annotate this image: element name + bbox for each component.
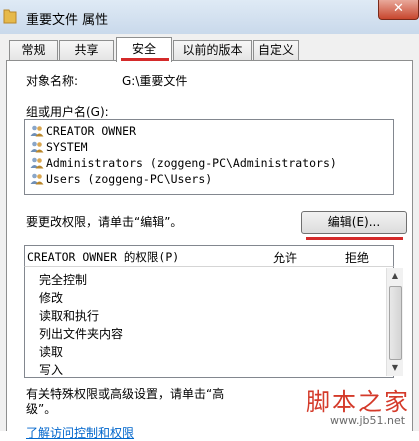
users-icon (30, 157, 44, 169)
object-name-value: G:\重要文件 (122, 74, 188, 88)
highlight-underline (121, 58, 169, 61)
users-icon (30, 141, 44, 153)
object-name-label: 对象名称: (26, 74, 79, 88)
users-icon (30, 173, 44, 185)
watermark-url: www.jb51.net (330, 414, 406, 427)
close-button[interactable]: ✕ (378, 0, 419, 20)
users-icon (30, 125, 44, 137)
permissions-header: CREATOR OWNER 的权限(P) 允许 拒绝 (24, 245, 394, 267)
folder-icon (3, 9, 17, 24)
watermark-logo: 脚本之家 (306, 388, 410, 416)
permissions-header-label: CREATOR OWNER 的权限(P) (27, 250, 180, 264)
deny-column-header: 拒绝 (345, 251, 370, 265)
highlight-underline (306, 237, 403, 240)
permission-item: 写入 (39, 363, 64, 377)
permission-item: 读取 (39, 345, 64, 359)
scroll-down-icon[interactable]: ▼ (387, 360, 403, 376)
scroll-thumb[interactable] (389, 286, 402, 360)
permission-item: 修改 (39, 291, 64, 305)
allow-column-header: 允许 (273, 251, 298, 265)
title-bar[interactable]: 重要文件 属性 ✕ (0, 0, 419, 34)
group-name: SYSTEM (46, 140, 88, 154)
advanced-settings-hint-continued: 级”。 (26, 402, 57, 416)
permissions-scrollbar[interactable]: ▲ ▼ (386, 268, 403, 376)
permission-item: 读取和执行 (39, 309, 100, 323)
groups-list[interactable]: CREATOR OWNER SYSTEM Administrators (zog… (24, 119, 394, 195)
permissions-list: 完全控制 修改 读取和执行 列出文件夹内容 读取 写入 (24, 266, 394, 378)
tab-general[interactable]: 常规 (9, 40, 58, 61)
scroll-up-icon[interactable]: ▲ (387, 268, 403, 284)
window-title: 重要文件 属性 (26, 13, 109, 28)
permission-item: 列出文件夹内容 (39, 327, 124, 341)
tab-previous-versions[interactable]: 以前的版本 (173, 40, 252, 61)
change-permissions-hint: 要更改权限，请单击“编辑”。 (26, 215, 183, 229)
edit-button[interactable]: 编辑(E)... (301, 211, 407, 234)
permission-item: 完全控制 (39, 273, 88, 287)
tab-sharing[interactable]: 共享 (59, 40, 114, 61)
group-name: Administrators (zoggeng-PC\Administrator… (46, 156, 337, 170)
groups-label: 组或用户名(G): (26, 105, 109, 119)
close-icon: ✕ (393, 1, 404, 16)
access-control-link[interactable]: 了解访问控制和权限 (26, 424, 134, 441)
tab-customize[interactable]: 自定义 (253, 40, 299, 61)
group-name: Users (zoggeng-PC\Users) (46, 172, 213, 186)
group-name: CREATOR OWNER (46, 124, 137, 138)
